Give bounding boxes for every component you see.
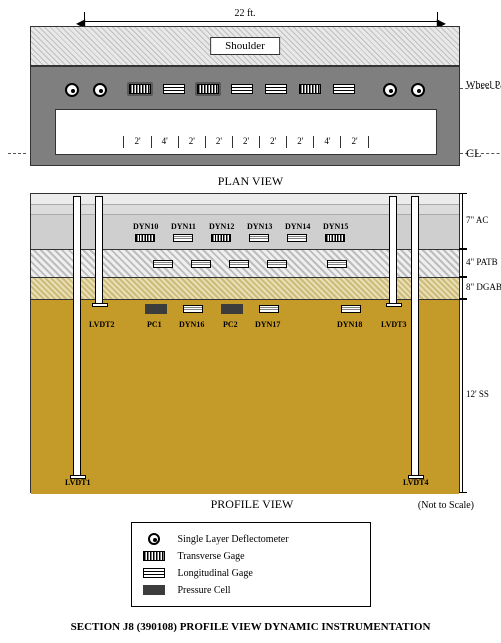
dim-ac: 7" AC [466, 215, 501, 225]
longitudinal-gage-icon [231, 84, 253, 94]
dim-ss: 12' SS [466, 389, 501, 399]
legend-row: Transverse Gage [140, 549, 362, 563]
label-dyn11: DYN11 [171, 222, 196, 231]
longitudinal-gage-icon [333, 84, 355, 94]
deflectometer-icon [383, 83, 397, 97]
span-value: 22 ft. [234, 8, 255, 19]
longitudinal-gage-icon [173, 234, 193, 242]
plan-spacing-strip: 2' 4' 2' 2' 2' 2' 2' 4' 2' [55, 109, 437, 155]
label-dyn10: DYN10 [133, 222, 158, 231]
legend-box: Single Layer Deflectometer Transverse Ga… [131, 522, 371, 607]
label-lvdt3: LVDT3 [381, 320, 407, 329]
longitudinal-gage-icon [143, 568, 165, 578]
longitudinal-gage-icon [267, 260, 287, 268]
longitudinal-gage-icon [249, 234, 269, 242]
transverse-gage-icon [299, 84, 321, 94]
centerline-label: CL [466, 146, 481, 161]
longitudinal-gage-icon [259, 305, 279, 313]
longitudinal-gage-icon [265, 84, 287, 94]
legend-label: Transverse Gage [178, 551, 245, 562]
plan-view-title: PLAN VIEW [10, 174, 491, 189]
lvdt-tube [95, 196, 103, 304]
layer-ss [31, 300, 459, 494]
longitudinal-gage-icon [183, 305, 203, 313]
legend-label: Single Layer Deflectometer [178, 534, 289, 545]
legend-row: Longitudinal Gage [140, 566, 362, 580]
transverse-gage-icon [135, 234, 155, 242]
profile-view: DYN10 DYN11 DYN12 DYN13 DYN14 DYN15 LVDT… [30, 193, 460, 493]
legend-label: Longitudinal Gage [178, 568, 253, 579]
plan-spacing-values: 2' 4' 2' 2' 2' 2' 2' 4' 2' [56, 136, 436, 148]
plan-span-dimension: ◀ 22 ft. ▶ [30, 10, 460, 26]
pavement-area: 2' 4' 2' 2' 2' 2' 2' 4' 2' [30, 66, 460, 166]
label-dyn15: DYN15 [323, 222, 348, 231]
plan-sensor-row [31, 81, 459, 101]
label-pc1: PC1 [147, 320, 162, 329]
dim-dgab: 8" DGAB [466, 282, 501, 292]
plan-view: ◀ 22 ft. ▶ Shoulder 2' 4' [30, 10, 460, 170]
longitudinal-gage-icon [341, 305, 361, 313]
deflectometer-icon [411, 83, 425, 97]
deflectometer-icon [65, 83, 79, 97]
label-dyn16: DYN16 [179, 320, 204, 329]
longitudinal-gage-icon [229, 260, 249, 268]
label-dyn13: DYN13 [247, 222, 272, 231]
legend-row: Pressure Cell [140, 583, 362, 597]
transverse-gage-icon [143, 551, 165, 561]
profile-view-title: PROFILE VIEW [178, 497, 326, 512]
shoulder-label: Shoulder [210, 37, 280, 55]
longitudinal-gage-icon [153, 260, 173, 268]
dim-patb: 4" PATB [466, 257, 501, 267]
label-dyn12: DYN12 [209, 222, 234, 231]
shoulder-strip: Shoulder [30, 26, 460, 66]
transverse-gage-icon [325, 234, 345, 242]
label-dyn18: DYN18 [337, 320, 362, 329]
figure-title: SECTION J8 (390108) PROFILE VIEW DYNAMIC… [10, 621, 491, 633]
label-pc2: PC2 [223, 320, 238, 329]
lvdt-tube [73, 196, 81, 476]
legend-row: Single Layer Deflectometer [140, 532, 362, 546]
transverse-gage-icon [129, 84, 151, 94]
lvdt-tube [411, 196, 419, 476]
pressure-cell-icon [145, 304, 167, 314]
longitudinal-gage-icon [163, 84, 185, 94]
transverse-gage-icon [211, 234, 231, 242]
legend-label: Pressure Cell [178, 585, 231, 596]
wheel-path-label: Wheel Path [466, 80, 501, 91]
longitudinal-gage-icon [287, 234, 307, 242]
label-dyn17: DYN17 [255, 320, 280, 329]
label-lvdt1: LVDT1 [65, 478, 91, 487]
label-lvdt2: LVDT2 [89, 320, 115, 329]
longitudinal-gage-icon [327, 260, 347, 268]
deflectometer-icon [148, 533, 160, 545]
label-dyn14: DYN14 [285, 222, 310, 231]
deflectometer-icon [93, 83, 107, 97]
pressure-cell-icon [143, 585, 165, 595]
longitudinal-gage-icon [191, 260, 211, 268]
not-to-scale: (Not to Scale) [326, 500, 474, 511]
transverse-gage-icon [197, 84, 219, 94]
pressure-cell-icon [221, 304, 243, 314]
lvdt-tube [389, 196, 397, 304]
label-lvdt4: LVDT4 [403, 478, 429, 487]
